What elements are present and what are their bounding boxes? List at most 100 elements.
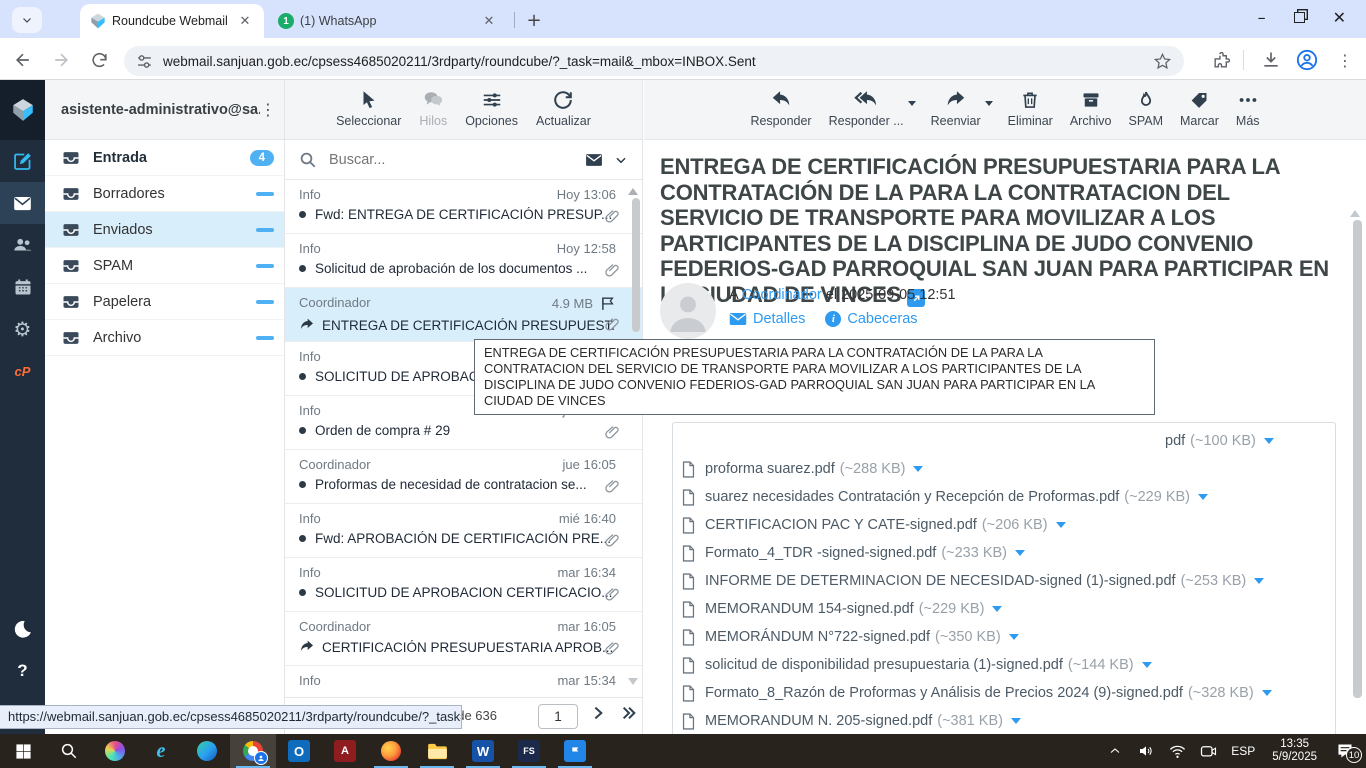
new-tab-button[interactable]: + (522, 8, 546, 32)
message-row[interactable]: Info mié 16:40 Fwd: APROB (285, 504, 642, 558)
attachment-name[interactable]: MEMORANDUM 154-signed.pdf (705, 601, 914, 617)
delete-button[interactable]: Eliminar (1006, 89, 1055, 128)
address-bar[interactable]: webmail.sanjuan.gob.ec/cpsess4685020211/… (124, 46, 1184, 76)
message-row[interactable]: Info Hoy 13:06 Fwd: ENTRE (285, 180, 642, 234)
forward-button[interactable]: Reenviar (929, 89, 983, 128)
folder-item[interactable]: Borradores (45, 176, 284, 212)
window-restore-button[interactable] (1294, 12, 1305, 23)
list-scrollbar-up[interactable] (628, 188, 638, 195)
attachment-menu-caret-icon[interactable] (1142, 662, 1152, 668)
headers-link[interactable]: i Cabeceras (825, 311, 917, 327)
taskbar-word-icon[interactable]: W (460, 734, 506, 768)
folder-item[interactable]: Papelera (45, 284, 284, 320)
action-center-icon[interactable]: 10 (1330, 743, 1360, 759)
attachment-menu-caret-icon[interactable] (1011, 718, 1021, 724)
attachment-menu-caret-icon[interactable] (1262, 690, 1272, 696)
attachment-name[interactable]: MEMORANDUM N. 205-signed.pdf (705, 713, 932, 729)
attachment-name[interactable]: Formato_8_Razón de Proformas y Análisis … (705, 685, 1183, 701)
taskbar-fs-app-icon[interactable]: FS (506, 734, 552, 768)
attachment-item[interactable]: INFORME DE DETERMINACION DE NECESIDAD-si… (681, 567, 1327, 595)
attachment-name[interactable]: solicitud de disponibilidad presupuestar… (705, 657, 1063, 673)
tray-expand-icon[interactable] (1103, 745, 1127, 757)
attachment-item[interactable]: Formato_4_TDR -signed-signed.pdf (~233 K… (681, 539, 1327, 567)
rail-contacts-button[interactable] (0, 224, 45, 266)
url-text[interactable]: webmail.sanjuan.gob.ec/cpsess4685020211/… (163, 54, 1153, 69)
attachment-item[interactable]: CERTIFICACION PAC Y CATE-signed.pdf (~20… (681, 511, 1327, 539)
taskbar-outlook-icon[interactable]: O (276, 734, 322, 768)
window-minimize-button[interactable]: – (1258, 8, 1266, 27)
reply-all-button[interactable]: Responder ... (827, 89, 906, 128)
attachment-name[interactable]: suarez necesidades Contratación y Recepc… (705, 489, 1119, 505)
meet-now-icon[interactable] (1196, 744, 1220, 758)
attachment-menu-caret-icon[interactable] (1056, 522, 1066, 528)
profile-avatar-icon[interactable] (1294, 47, 1320, 73)
attachment-item[interactable]: MEMORANDUM N. 205-signed.pdf (~381 KB) (681, 707, 1327, 735)
folder-item[interactable]: Enviados (45, 212, 284, 248)
next-page-button[interactable] (590, 705, 606, 721)
rail-cpanel-button[interactable]: cP (0, 350, 45, 392)
attachment-name[interactable]: INFORME DE DETERMINACION DE NECESIDAD-si… (705, 573, 1176, 589)
select-button[interactable]: Seleccionar (334, 89, 403, 128)
compose-button[interactable] (0, 140, 45, 182)
taskbar-firefox-icon[interactable] (368, 734, 414, 768)
reload-button[interactable] (86, 47, 112, 73)
forward-button[interactable] (48, 47, 74, 73)
search-scope-mail-icon[interactable] (584, 150, 604, 170)
attachment-menu-caret-icon[interactable] (913, 466, 923, 472)
tab-close-icon[interactable]: ✕ (480, 12, 498, 30)
more-button[interactable]: Más (1234, 89, 1262, 128)
taskbar-file-explorer-icon[interactable] (414, 734, 460, 768)
tab-search-button[interactable] (12, 7, 42, 33)
attachment-name[interactable]: pdf (1165, 433, 1185, 449)
message-row[interactable]: Coordinador mar 16:05 CER (285, 612, 642, 666)
folder-item[interactable]: Archivo (45, 320, 284, 356)
taskbar-chrome-icon[interactable] (230, 734, 276, 768)
dark-mode-toggle[interactable] (0, 608, 45, 650)
message-row[interactable]: Coordinador 4.9 MB ENTREG (285, 288, 642, 342)
mark-button[interactable]: Marcar (1178, 89, 1221, 128)
attachment-menu-caret-icon[interactable] (1198, 494, 1208, 500)
bookmark-star-icon[interactable] (1153, 52, 1172, 71)
attachment-item[interactable]: MEMORANDUM 154-signed.pdf (~229 KB) (681, 595, 1002, 623)
attachment-name[interactable]: CERTIFICACION PAC Y CATE-signed.pdf (705, 517, 977, 533)
attachment-name[interactable]: MEMORÁNDUM N°722-signed.pdf (705, 629, 930, 645)
spam-button[interactable]: SPAM (1127, 89, 1166, 128)
message-row[interactable]: Coordinador jue 16:05 Pro (285, 450, 642, 504)
start-button[interactable] (0, 734, 46, 768)
language-indicator[interactable]: ESP (1227, 744, 1259, 758)
rail-calendar-button[interactable] (0, 266, 45, 308)
attachment-menu-caret-icon[interactable] (1254, 578, 1264, 584)
attachment-menu-caret-icon[interactable] (992, 606, 1002, 612)
attachment-name[interactable]: Formato_4_TDR -signed-signed.pdf (705, 545, 936, 561)
tab-close-icon[interactable]: ✕ (236, 12, 254, 30)
taskbar-acrobat-icon[interactable]: A (322, 734, 368, 768)
tab-roundcube[interactable]: Roundcube Webmail :: Enviados ✕ (80, 4, 264, 38)
list-scrollbar-down[interactable] (628, 678, 638, 685)
mail-scrollbar-thumb[interactable] (1353, 220, 1362, 698)
search-bar[interactable]: Buscar... (285, 140, 642, 180)
attachment-menu-caret-icon[interactable] (1264, 438, 1274, 444)
taskbar-cortana-icon[interactable] (92, 734, 138, 768)
recipient-link[interactable]: Coordinador (742, 287, 822, 303)
last-page-button[interactable] (620, 705, 638, 721)
rail-mail-button[interactable] (0, 182, 45, 224)
flag-icon[interactable] (599, 295, 616, 312)
reply-button[interactable]: Responder (748, 89, 813, 128)
taskbar-flag-app-icon[interactable] (552, 734, 598, 768)
taskbar-ie-icon[interactable]: e (138, 734, 184, 768)
forward-caret[interactable] (985, 101, 993, 106)
details-link[interactable]: Detalles (729, 311, 805, 327)
search-options-chevron-icon[interactable] (614, 153, 628, 167)
attachment-item[interactable]: solicitud de disponibilidad presupuestar… (681, 651, 1327, 679)
options-button[interactable]: Opciones (463, 89, 520, 128)
attachment-item[interactable]: suarez necesidades Contratación y Recepc… (681, 483, 1327, 511)
extensions-icon[interactable] (1208, 47, 1234, 73)
attachment-name[interactable]: proforma suarez.pdf (705, 461, 835, 477)
page-input[interactable]: 1 (538, 704, 578, 729)
list-scrollbar-thumb[interactable] (632, 198, 640, 332)
reply-all-caret[interactable] (908, 101, 916, 106)
attachment-item[interactable]: Formato_8_Razón de Proformas y Análisis … (681, 679, 1327, 707)
message-row[interactable]: Info mar 16:34 SOLICITUD (285, 558, 642, 612)
folder-item[interactable]: SPAM (45, 248, 284, 284)
taskbar-edge-icon[interactable] (184, 734, 230, 768)
